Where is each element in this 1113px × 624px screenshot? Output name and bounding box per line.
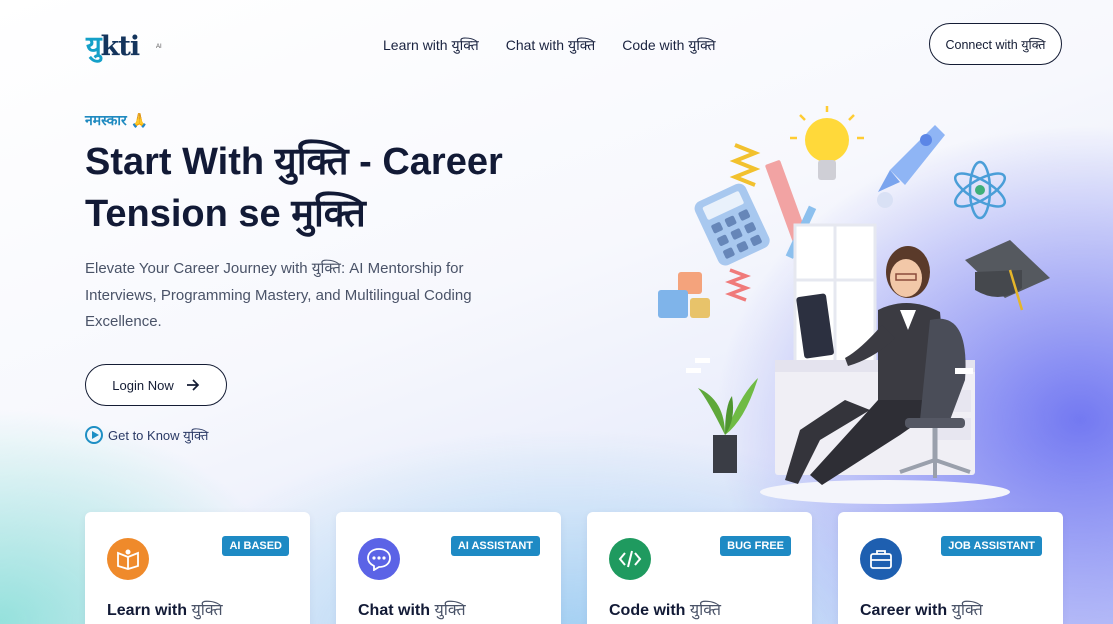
cube-icon: [690, 298, 710, 318]
plant-icon: [698, 378, 758, 473]
spring-icon: [725, 268, 751, 302]
nav-code[interactable]: Code with युक्ति: [622, 36, 715, 55]
chat-bubble-icon: [358, 538, 400, 580]
briefcase-icon: [860, 538, 902, 580]
logo[interactable]: युkti AI: [86, 22, 166, 64]
get-to-know-label: Get to Know युक्ति: [108, 428, 209, 443]
calculator-icon: [694, 183, 770, 266]
card-badge: BUG FREE: [720, 536, 791, 556]
arrow-right-icon: [186, 379, 199, 391]
top-nav: Learn with युक्ति Chat with युक्ति Code …: [383, 36, 716, 55]
nav-learn[interactable]: Learn with युक्ति: [383, 36, 479, 55]
card-learn[interactable]: AI BASED Learn with युक्ति: [85, 512, 310, 624]
page-title: Start With युक्ति - Career Tension se मु…: [85, 141, 503, 235]
hero-description: Elevate Your Career Journey with युक्ति:…: [85, 260, 472, 330]
card-chat[interactable]: AI ASSISTANT Chat with युक्ति: [336, 512, 561, 624]
atom-icon: [953, 160, 1007, 220]
rocket-icon: [877, 125, 945, 208]
hero-illustration: [658, 106, 1050, 504]
card-title: Code with युक्ति: [609, 602, 722, 619]
lightbulb-icon: [790, 106, 864, 180]
card-title: Learn with युक्ति: [107, 602, 223, 619]
nav-chat[interactable]: Chat with युक्ति: [506, 36, 595, 55]
login-label: Login Now: [112, 377, 174, 393]
card-code[interactable]: BUG FREE Code with युक्ति: [587, 512, 812, 624]
play-icon: [85, 426, 103, 444]
card-title: Career with युक्ति: [860, 602, 983, 619]
logo-sub: AI: [156, 44, 162, 50]
card-badge: AI ASSISTANT: [450, 536, 540, 556]
connect-button[interactable]: Connect with युक्ति: [929, 23, 1062, 65]
book-open-icon: [107, 538, 149, 580]
cube-icon: [658, 290, 688, 318]
graduation-cap-icon: [965, 240, 1050, 311]
code-icon: [609, 538, 651, 580]
card-badge: AI BASED: [222, 536, 289, 556]
feature-cards: AI BASED Learn with युक्ति AI ASSISTANT …: [85, 512, 1063, 624]
greeting: नमस्कार 🙏: [85, 112, 149, 128]
get-to-know-link[interactable]: Get to Know युक्ति: [85, 426, 208, 444]
card-badge: JOB ASSISTANT: [941, 536, 1042, 556]
spring-icon: [729, 143, 761, 187]
card-career[interactable]: JOB ASSISTANT Career with युक्ति: [838, 512, 1063, 624]
login-button[interactable]: Login Now: [85, 364, 227, 406]
logo-text: युkti: [86, 31, 140, 62]
card-title: Chat with युक्ति: [358, 602, 466, 619]
